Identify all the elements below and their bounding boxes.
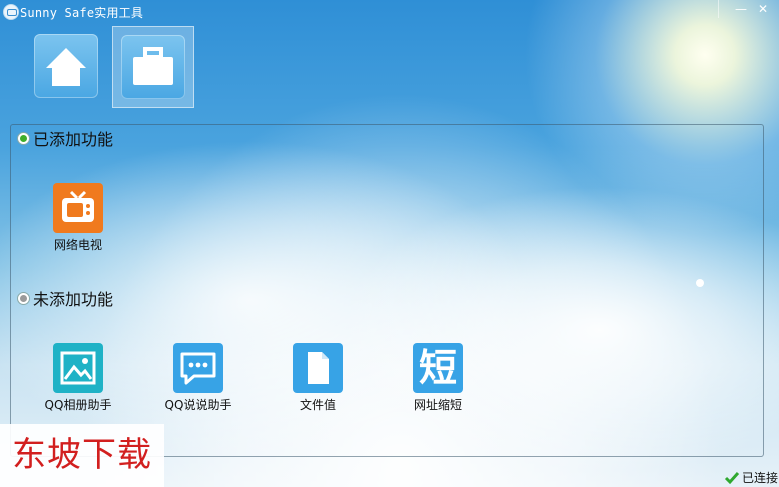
connection-status: 已连接 [724,469,778,486]
tools-panel [10,124,764,457]
chat-bubble-icon [173,343,223,393]
tv-icon [53,183,103,233]
home-icon [46,48,86,86]
short-char-icon: 短 [413,343,463,393]
title-separator [718,0,719,18]
tool-url-shortener[interactable]: 短 网址缩短 [398,343,478,413]
tool-label: QQ说说助手 [164,398,232,412]
tool-qq-album[interactable]: QQ相册助手 [38,343,118,413]
section-added-label: 已添加功能 [33,130,114,149]
section-not-added-label: 未添加功能 [33,290,114,309]
tab-home[interactable] [26,26,108,108]
radio-added[interactable] [17,131,30,145]
toolbox-icon [133,47,173,85]
background-dot [696,279,704,287]
tool-qq-shuoshuo[interactable]: QQ说说助手 [158,343,238,413]
tool-label: 网址缩短 [413,398,462,412]
app-icon [3,4,19,20]
window-title: Sunny Safe实用工具 [20,6,144,20]
home-tile [34,34,98,98]
section-added[interactable]: 已添加功能 [17,127,113,149]
close-button[interactable]: ✕ [752,0,774,18]
toolbox-tile [121,35,185,99]
watermark: 东坡下载 [0,424,164,487]
section-not-added[interactable]: 未添加功能 [17,287,113,309]
tool-label: 网络电视 [53,238,102,252]
minimize-button[interactable]: — [730,0,752,18]
radio-not-added[interactable] [17,291,30,305]
title-bar: Sunny Safe实用工具 — ✕ [0,0,779,24]
tab-toolbox[interactable] [112,26,194,108]
photo-album-icon [53,343,103,393]
short-char-glyph: 短 [418,346,457,390]
tool-label: 文件值 [299,398,336,412]
check-icon [724,471,740,484]
status-text: 已连接 [742,471,779,485]
tool-file-value[interactable]: 文件值 [278,343,358,413]
tool-network-tv[interactable]: 网络电视 [38,183,118,253]
file-icon [293,343,343,393]
tool-label: QQ相册助手 [44,398,112,412]
